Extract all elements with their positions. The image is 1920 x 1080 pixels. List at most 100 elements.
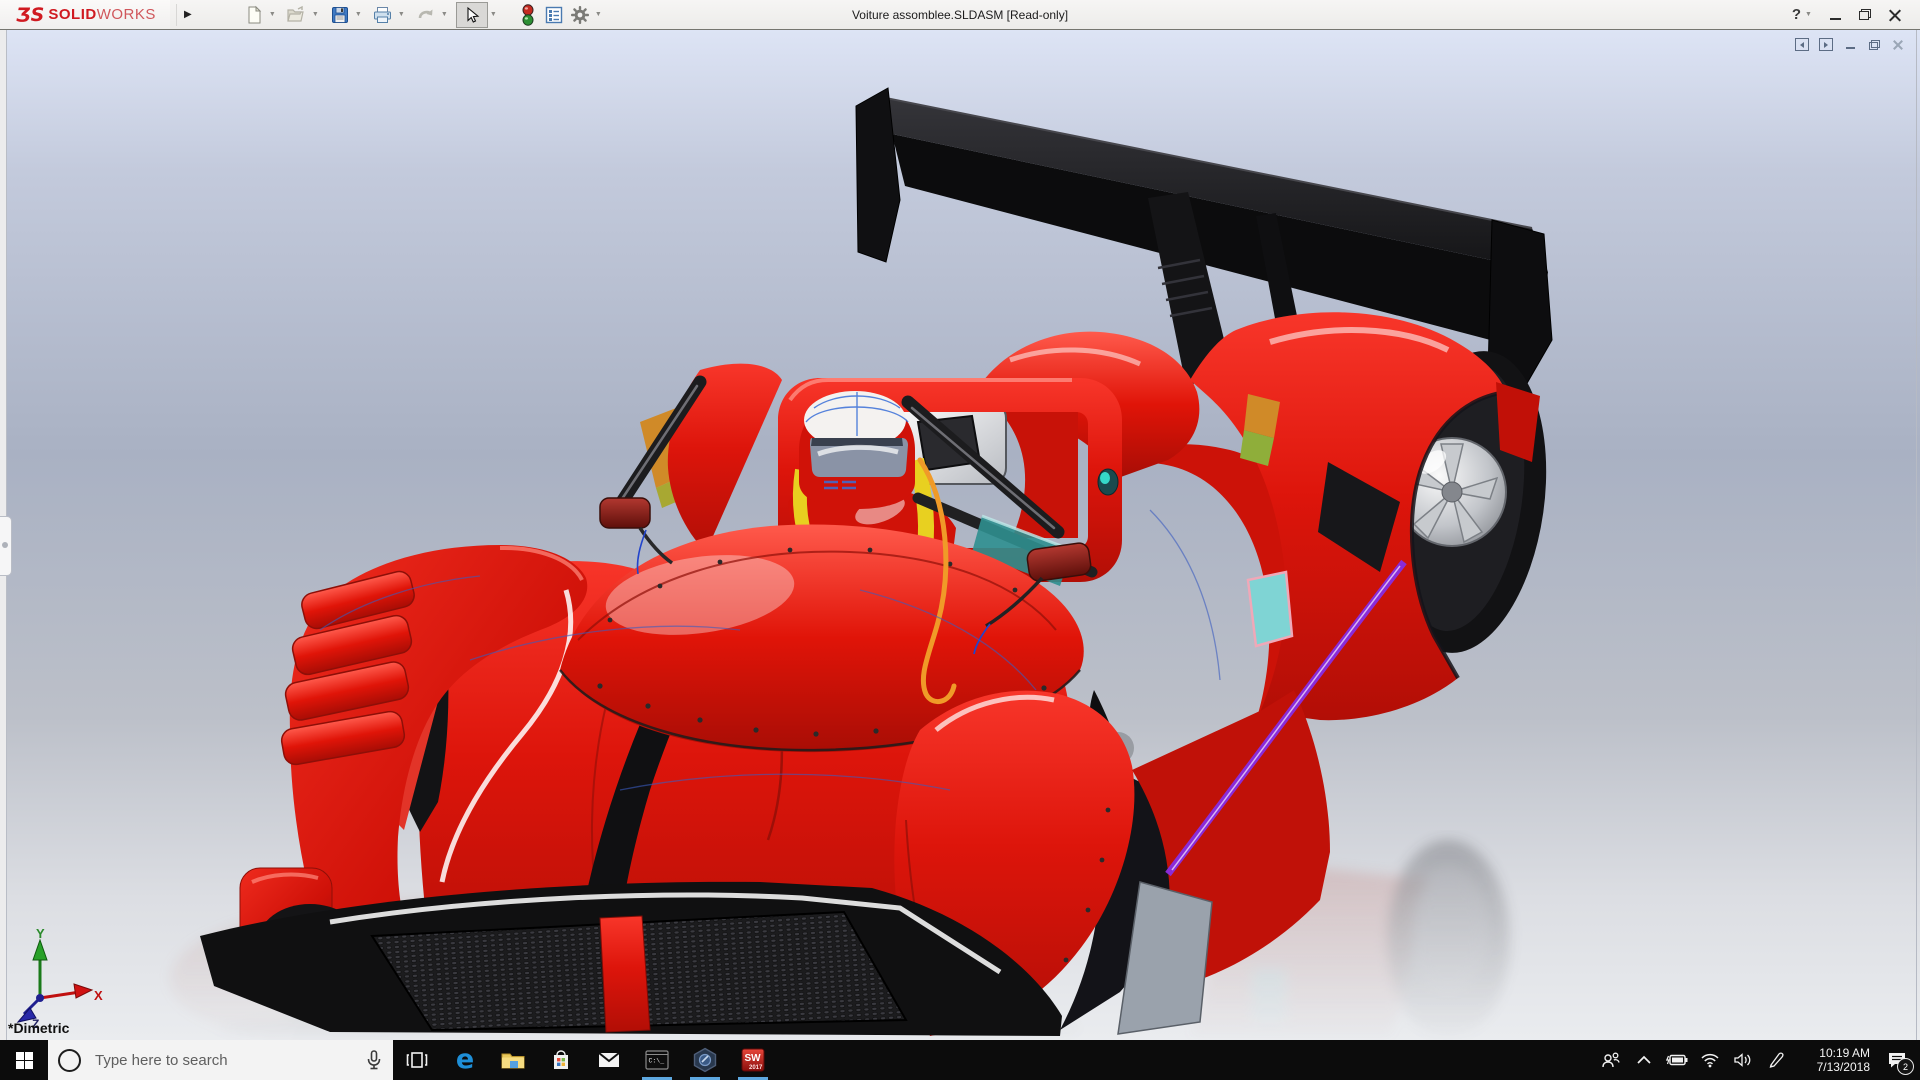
speaker-icon [1733, 1052, 1753, 1068]
tray-overflow-button[interactable] [1627, 1040, 1660, 1080]
command-prompt-icon: C:\_ [644, 1048, 670, 1072]
store-icon [549, 1048, 573, 1072]
restore-button[interactable] [1850, 0, 1880, 29]
quick-access-toolbar: ▼ ▼ ▼ [241, 2, 610, 28]
open-folder-icon [286, 5, 307, 25]
solidworks-application-window: ƷS SOLIDWORKS ▶ Voiture assomblee.SLDASM… [0, 0, 1920, 1080]
view-indicators-button[interactable] [515, 3, 541, 27]
taskbar-search[interactable] [48, 1040, 393, 1080]
select-cursor-icon [463, 6, 481, 24]
solidworks-app-icon: SW 2017 [740, 1047, 766, 1073]
help-button[interactable]: ? [1784, 6, 1803, 23]
view-orientation-label: *Dimetric [8, 1020, 69, 1036]
windows-logo-icon [16, 1052, 33, 1069]
edge-icon: e [456, 1048, 474, 1072]
feature-manager-expand-tab[interactable] [0, 516, 12, 576]
print-button[interactable] [370, 3, 396, 27]
undo-icon [416, 5, 436, 25]
print-dropdown[interactable]: ▼ [396, 3, 407, 27]
start-button[interactable] [0, 1040, 48, 1080]
network-button[interactable] [1693, 1040, 1726, 1080]
task-view-icon [405, 1048, 429, 1072]
cortana-icon [58, 1049, 81, 1072]
taskbar-app-file-explorer[interactable] [489, 1040, 537, 1080]
microphone-icon[interactable] [365, 1049, 383, 1071]
cmd-prompt-text: C:\_ [649, 1058, 665, 1065]
wifi-icon [1700, 1052, 1720, 1068]
save-floppy-icon [330, 5, 350, 25]
triad-x-label: X [94, 988, 103, 1003]
help-dropdown[interactable]: ▼ [1803, 3, 1814, 27]
driver-helmet [799, 391, 915, 509]
undo-button[interactable] [413, 3, 439, 27]
document-window-controls [1790, 36, 1910, 53]
volume-button[interactable] [1726, 1040, 1759, 1080]
menu-flyout-arrow-icon[interactable]: ▶ [176, 4, 199, 26]
pen-icon [1767, 1051, 1785, 1069]
sw-icon-year: 2017 [749, 1065, 763, 1071]
3d-scene-canvas[interactable]: Y X Z [0, 30, 1920, 1040]
viewport-right-border [1916, 30, 1917, 1040]
minimize-button[interactable] [1820, 0, 1850, 29]
gear-icon [570, 5, 590, 25]
close-icon [1889, 9, 1901, 21]
splitter-pillar [600, 916, 650, 1032]
doc-restore-button[interactable] [1862, 36, 1886, 53]
search-input[interactable] [93, 1051, 365, 1070]
solidworks-logo-light: WORKS [97, 6, 156, 23]
doc-minimize-button[interactable] [1838, 36, 1862, 53]
print-icon [372, 5, 393, 25]
options-button[interactable] [567, 3, 593, 27]
solidworks-logo-bold: SOLID [48, 6, 96, 23]
task-pane-button[interactable] [541, 3, 567, 27]
save-dropdown[interactable]: ▼ [353, 3, 364, 27]
undo-dropdown[interactable]: ▼ [439, 3, 450, 27]
taskbar-app-edrawings[interactable] [681, 1040, 729, 1080]
clock-time: 10:19 AM [1792, 1046, 1870, 1060]
solidworks-logo-glyph: ƷS [16, 4, 44, 26]
open-document-dropdown[interactable]: ▼ [310, 3, 321, 27]
people-icon [1601, 1051, 1621, 1069]
pen-settings-button[interactable] [1759, 1040, 1792, 1080]
action-center-button[interactable]: 2 [1874, 1040, 1920, 1080]
doc-close-button[interactable] [1886, 36, 1910, 53]
cyan-window-insert [1248, 572, 1292, 646]
graphics-viewport[interactable]: Y X Z *Dimetric [0, 30, 1920, 1040]
new-document-icon [244, 5, 264, 25]
select-tool-dropdown[interactable]: ▼ [488, 3, 499, 27]
chevron-up-icon [1636, 1055, 1652, 1065]
restore-icon [1859, 9, 1871, 20]
minimize-icon [1830, 18, 1841, 20]
power-status-button[interactable] [1660, 1040, 1693, 1080]
task-view-button[interactable] [393, 1040, 441, 1080]
taskbar-app-store[interactable] [537, 1040, 585, 1080]
taskbar-app-command-prompt[interactable]: C:\_ [633, 1040, 681, 1080]
taskbar-app-solidworks[interactable]: SW 2017 [729, 1040, 777, 1080]
mail-icon [596, 1048, 622, 1072]
save-button[interactable] [327, 3, 353, 27]
sw-icon-label: SW [745, 1053, 762, 1064]
options-dropdown[interactable]: ▼ [593, 3, 604, 27]
clock-date: 7/13/2018 [1792, 1060, 1870, 1074]
new-document-button[interactable] [241, 3, 267, 27]
triad-y-label: Y [36, 926, 45, 941]
system-tray: 10:19 AM 7/13/2018 2 [1594, 1040, 1920, 1080]
close-button[interactable] [1880, 0, 1910, 29]
taskbar-app-edge[interactable]: e [441, 1040, 489, 1080]
task-pane-list-icon [544, 5, 564, 25]
new-document-dropdown[interactable]: ▼ [267, 3, 278, 27]
tail-corner [1496, 382, 1540, 462]
notification-badge: 2 [1897, 1058, 1914, 1075]
doc-previous-button[interactable] [1790, 36, 1814, 53]
windows-taskbar: e [0, 1040, 1920, 1080]
doc-next-button[interactable] [1814, 36, 1838, 53]
battery-icon [1666, 1053, 1688, 1067]
taskbar-clock[interactable]: 10:19 AM 7/13/2018 [1792, 1046, 1874, 1074]
solidworks-logo[interactable]: ƷS SOLIDWORKS [0, 0, 170, 29]
open-document-button[interactable] [284, 3, 310, 27]
people-button[interactable] [1594, 1040, 1627, 1080]
title-bar: ƷS SOLIDWORKS ▶ Voiture assomblee.SLDASM… [0, 0, 1920, 30]
select-tool-button[interactable] [456, 2, 488, 28]
taskbar-app-mail[interactable] [585, 1040, 633, 1080]
file-explorer-icon [500, 1048, 526, 1072]
